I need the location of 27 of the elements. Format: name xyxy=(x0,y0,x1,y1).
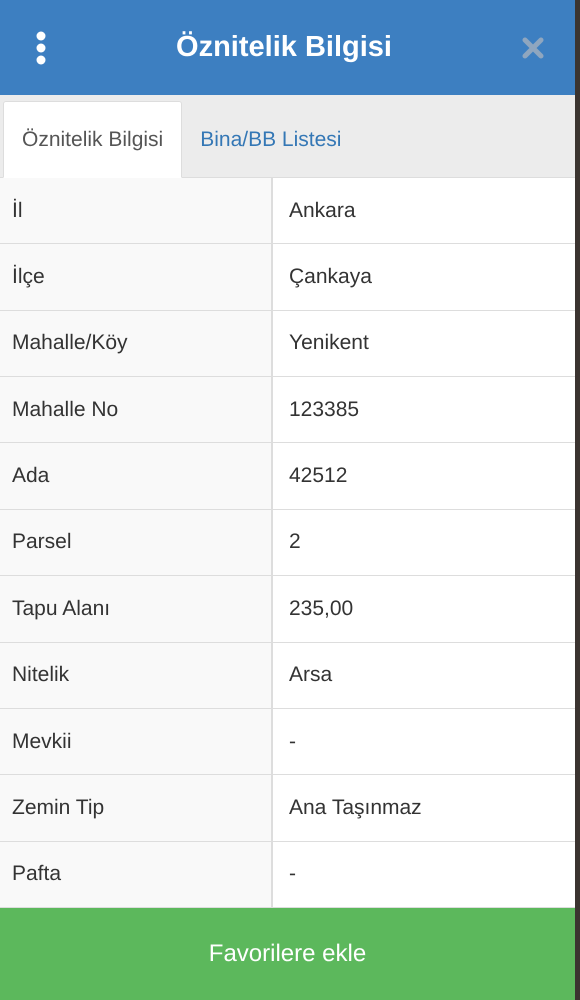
table-cell-text: Arsa xyxy=(288,662,334,688)
table-cell: Mevkii xyxy=(0,708,273,774)
table-cell-text: 123385 xyxy=(288,396,360,423)
table-cell: Mahalle/Köy xyxy=(0,310,273,376)
table-cell: Ada xyxy=(0,443,273,509)
table-cell-text: 2 xyxy=(288,529,302,556)
table-cell: İlçe xyxy=(0,244,273,310)
menu-icon[interactable] xyxy=(35,30,47,64)
table-cell-text: Yenikent xyxy=(288,330,370,356)
table-cell-text: - xyxy=(288,861,297,888)
table-cell-text: Ankara xyxy=(288,198,357,224)
table-cell: Tapu Alanı xyxy=(0,576,273,642)
table-cell: İl xyxy=(0,178,273,244)
table-cell-text: 235,00 xyxy=(288,596,354,622)
table-cell-text: - xyxy=(288,728,297,755)
table-cell-text: Çankaya xyxy=(288,264,373,290)
table-cell: Parsel xyxy=(0,510,273,576)
table-cell-text: Ana Taşınmaz xyxy=(288,794,423,821)
tab[interactable]: Öznitelik Bilgisi xyxy=(3,101,182,178)
table-cell: Nitelik xyxy=(0,642,273,708)
tab[interactable]: Bina/BB Listesi xyxy=(182,101,360,178)
table-cell-text: 42512 xyxy=(288,463,348,490)
header-title: Öznitelik Bilgisi xyxy=(175,31,393,64)
add-favorites-button[interactable]: Favorilere ekle xyxy=(0,908,575,1000)
table-cell: Zemin Tip xyxy=(0,775,273,841)
table-cell: Mahalle No xyxy=(0,377,273,442)
table-cell: Pafta xyxy=(0,842,273,907)
